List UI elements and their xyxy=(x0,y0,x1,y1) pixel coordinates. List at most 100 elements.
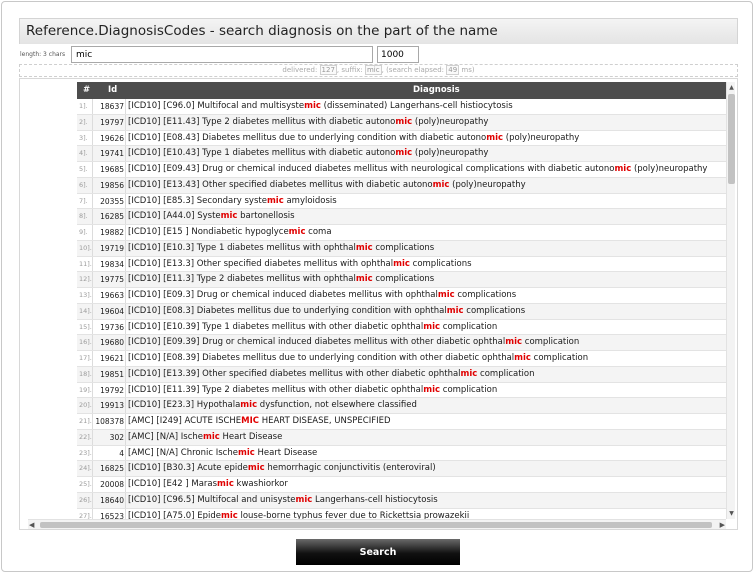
match-highlight: mic xyxy=(437,290,455,300)
table-row[interactable]: 25]. 20008 [ICD10] [E42 ] Marasmic kwashio… xyxy=(77,477,726,493)
match-highlight: mic xyxy=(395,116,413,127)
row-number: 16]. xyxy=(77,335,93,350)
table-row[interactable]: 23]. 4 [AMC] [N/A] Chronic Ischemic Heart … xyxy=(77,445,726,462)
row-id: 19856 xyxy=(94,177,126,193)
match-highlight: mic xyxy=(220,510,238,520)
match-highlight: mic xyxy=(288,227,306,237)
table-row[interactable]: 16]. 19680 [ICD10] [E09.39] Drug or chemic… xyxy=(77,335,726,351)
table-row[interactable]: 19]. 19792 [ICD10] [E11.39] Type 2 diabete… xyxy=(77,382,726,399)
horizontal-scrollbar[interactable]: ◀ ▶ xyxy=(28,519,726,529)
table-row[interactable]: 10]. 19719 [ICD10] [E10.3] Type 1 diabetes… xyxy=(77,240,726,257)
diagnosis-text: [ICD10] [A75.0] Epidemic louse-borne typ… xyxy=(128,509,469,520)
row-id: 108378 xyxy=(94,414,126,429)
table-row[interactable]: 8]. 16285 [ICD10] [A44.0] Systemic bartone… xyxy=(77,209,726,225)
row-number: 13]. xyxy=(77,288,93,303)
diagnosis-suffix: complication xyxy=(530,353,589,363)
table-row[interactable]: 17]. 19621 [ICD10] [E08.39] Diabetes melli… xyxy=(77,351,726,367)
diagnosis-prefix: [ICD10] [E10.3] Type 1 diabetes mellitus… xyxy=(128,242,356,253)
match-highlight: MIC xyxy=(241,416,260,426)
diagnosis-suffix: amyloidosis xyxy=(283,195,337,206)
table-row[interactable]: 2]. 19797 [ICD10] [E11.43] Type 2 diabetes… xyxy=(77,114,726,131)
table-row[interactable]: 5]. 19685 [ICD10] [E09.43] Drug or chemica… xyxy=(77,162,726,178)
table-row[interactable]: 13]. 19663 [ICD10] [E09.3] Drug or chemica… xyxy=(77,288,726,304)
table-row[interactable]: 22]. 302 [AMC] [N/A] Ischemic Heart Diseas… xyxy=(77,429,726,446)
horizontal-scroll-thumb[interactable] xyxy=(40,522,712,528)
table-row[interactable]: 27]. 16523 [ICD10] [A75.0] Epidemic louse-… xyxy=(77,508,726,520)
table-row[interactable]: 14]. 19604 [ICD10] [E08.3] Diabetes mellit… xyxy=(77,303,726,320)
row-number: 21]. xyxy=(77,414,93,429)
table-row[interactable]: 1]. 18637 [ICD10] [C96.0] Multifocal and m… xyxy=(77,99,726,115)
table-row[interactable]: 12]. 19775 [ICD10] [E11.3] Type 2 diabetes… xyxy=(77,272,726,288)
row-number: 9]. xyxy=(77,225,93,240)
scroll-down-icon[interactable]: ▼ xyxy=(727,509,736,518)
diagnosis-suffix: coma xyxy=(305,227,332,237)
diagnosis-suffix: complications xyxy=(463,305,526,316)
table-row[interactable]: 21]. 108378 [AMC] [I249] ACUTE ISCHEMIC HE… xyxy=(77,414,726,430)
scroll-right-icon[interactable]: ▶ xyxy=(720,520,725,530)
match-highlight: mic xyxy=(247,463,265,474)
status-bar: delivered: 127, suffix: mic, (search ela… xyxy=(19,64,738,77)
diagnosis-prefix: [ICD10] [A44.0] Syste xyxy=(128,211,221,222)
row-number: 17]. xyxy=(77,351,93,366)
table-row[interactable]: 24]. 16825 [ICD10] [B30.3] Acute epidemic … xyxy=(77,461,726,477)
match-highlight: mic xyxy=(423,321,441,332)
table-row[interactable]: 6]. 19856 [ICD10] [E13.43] Other specified… xyxy=(77,177,726,194)
vertical-scroll-thumb[interactable] xyxy=(728,94,735,184)
row-id: 19913 xyxy=(94,398,126,413)
column-header-id[interactable]: Id xyxy=(108,85,117,95)
match-highlight: mic xyxy=(460,368,478,379)
diagnosis-text: [ICD10] [E13.39] Other specified diabete… xyxy=(128,367,534,382)
column-header-diagnosis[interactable]: Diagnosis xyxy=(413,85,460,95)
row-number: 10]. xyxy=(77,240,93,256)
diagnosis-prefix: [ICD10] [C96.5] Multifocal and unisyste xyxy=(128,494,296,505)
row-id: 16523 xyxy=(94,508,126,519)
row-id: 18637 xyxy=(94,99,126,114)
diagnosis-text: [ICD10] [E08.3] Diabetes mellitus due to… xyxy=(128,304,525,319)
scroll-up-icon[interactable]: ▲ xyxy=(727,83,736,92)
table-row[interactable]: 20]. 19913 [ICD10] [E23.3] Hypothalamic dy… xyxy=(77,398,726,414)
elapsed-label: (search elapsed: xyxy=(386,66,445,74)
table-row[interactable]: 11]. 19834 [ICD10] [E13.3] Other specified… xyxy=(77,256,726,273)
diagnosis-suffix: complications xyxy=(372,274,435,285)
row-id: 16825 xyxy=(94,461,126,476)
diagnosis-prefix: [ICD10] [E09.3] Drug or chemical induced… xyxy=(128,290,438,300)
table-body: 1]. 18637 [ICD10] [C96.0] Multifocal and m… xyxy=(77,99,726,519)
row-number: 5]. xyxy=(77,162,93,177)
diagnosis-suffix: Heart Disease xyxy=(254,447,318,458)
row-number: 26]. xyxy=(77,492,93,508)
search-button[interactable]: Search xyxy=(296,539,460,565)
diagnosis-text: [ICD10] [E11.39] Type 2 diabetes mellitu… xyxy=(128,383,497,398)
diagnosis-suffix: (poly)neuropathy xyxy=(631,164,708,174)
column-header-number[interactable]: # xyxy=(83,85,90,95)
table-row[interactable]: 18]. 19851 [ICD10] [E13.39] Other specifie… xyxy=(77,366,726,383)
match-highlight: mic xyxy=(446,305,464,316)
row-id: 19663 xyxy=(94,288,126,303)
row-number: 4]. xyxy=(77,146,93,161)
row-id: 19792 xyxy=(94,382,126,398)
row-id: 19797 xyxy=(94,114,126,130)
row-number: 23]. xyxy=(77,445,93,461)
diagnosis-suffix: Langerhans-cell histiocytosis xyxy=(312,494,438,505)
table-row[interactable]: 4]. 19741 [ICD10] [E10.43] Type 1 diabetes… xyxy=(77,146,726,162)
match-highlight: mic xyxy=(514,353,531,363)
vertical-scrollbar[interactable]: ▲ ▼ xyxy=(726,82,735,519)
table-row[interactable]: 26]. 18640 [ICD10] [C96.5] Multifocal and … xyxy=(77,492,726,509)
row-number: 2]. xyxy=(77,114,93,130)
row-number: 11]. xyxy=(77,256,93,272)
row-id: 19604 xyxy=(94,303,126,319)
match-highlight: mic xyxy=(217,479,234,489)
match-highlight: mic xyxy=(395,148,413,159)
scroll-left-icon[interactable]: ◀ xyxy=(29,520,34,530)
diagnosis-suffix: dysfunction, not elsewhere classified xyxy=(257,400,417,411)
table-row[interactable]: 3]. 19626 [ICD10] [E08.43] Diabetes mellit… xyxy=(77,130,726,147)
table-row[interactable]: 9]. 19882 [ICD10] [E15 ] Nondiabetic hypog… xyxy=(77,225,726,241)
table-row[interactable]: 15]. 19736 [ICD10] [E10.39] Type 1 diabete… xyxy=(77,319,726,336)
diagnosis-text: [ICD10] [E13.43] Other specified diabete… xyxy=(128,178,526,193)
limit-input[interactable] xyxy=(377,46,419,63)
diagnosis-suffix: louse-borne typhus fever due to Ricketts… xyxy=(237,510,470,520)
row-id: 19851 xyxy=(94,366,126,382)
diagnosis-prefix: [AMC] [N/A] Ische xyxy=(128,431,204,442)
search-input[interactable] xyxy=(71,46,373,63)
table-row[interactable]: 7]. 20355 [ICD10] [E85.3] Secondary system… xyxy=(77,193,726,210)
diagnosis-suffix: (poly)neuropathy xyxy=(412,116,489,127)
